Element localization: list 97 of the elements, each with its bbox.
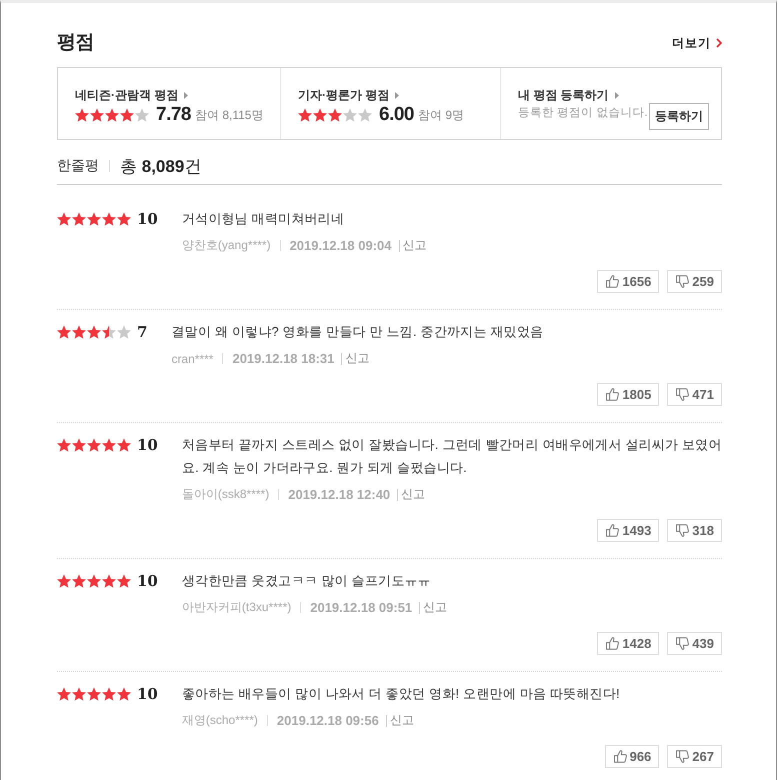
thumbs-up-icon — [606, 388, 620, 401]
empty-rating-message: 등록한 평점이 없습니다. — [518, 106, 648, 121]
star-icon — [72, 212, 86, 226]
star-icon — [313, 108, 327, 122]
thumbs-down-icon — [676, 524, 690, 537]
author-name: cran**** — [171, 352, 214, 366]
star-icon — [72, 438, 86, 452]
participant-count: 참여 8,115명 — [194, 106, 264, 124]
thumbs-up-icon — [606, 275, 620, 288]
author-name: 돌아이(ssk8****) — [182, 486, 270, 503]
star-icon — [57, 212, 71, 226]
star-icon — [87, 212, 101, 226]
star-icon — [57, 574, 71, 588]
dislike-button[interactable]: 318 — [667, 519, 722, 542]
star-icon — [102, 574, 116, 588]
review-total: 총 8,089건 — [120, 156, 202, 178]
dislike-button[interactable]: 259 — [667, 270, 722, 293]
rating-category-link[interactable]: 네티즌·관람객 평점 — [75, 86, 188, 104]
star-icon — [72, 324, 86, 338]
star-icon — [120, 108, 134, 122]
star-icon — [117, 438, 131, 452]
average-score: 6.00 — [379, 104, 414, 126]
like-button[interactable]: 966 — [604, 745, 660, 768]
review-text: 결말이 왜 이렇냐? 영화를 만들다 만 느낌. 중간까지는 재밌었음 — [171, 323, 544, 341]
author-name: 아반자커피(t3xu****) — [182, 599, 292, 616]
star-icon — [87, 324, 101, 338]
review-date: 2019.12.18 12:40 — [288, 487, 390, 502]
rating-register-link[interactable]: 내 평점 등록하기 — [518, 86, 619, 104]
star-icon — [75, 108, 89, 122]
dislike-button[interactable]: 471 — [667, 383, 722, 406]
like-button[interactable]: 1428 — [597, 632, 660, 655]
star-icon — [87, 438, 101, 452]
review-date: 2019.12.18 09:51 — [310, 600, 412, 615]
more-link[interactable]: 더보기 — [672, 35, 722, 51]
star-icon — [117, 686, 131, 700]
thumbs-up-icon — [614, 750, 627, 763]
review-score: 7 — [137, 322, 148, 340]
star-icon — [57, 686, 71, 700]
report-link[interactable]: 신고 — [401, 486, 426, 503]
review-score: 10 — [137, 684, 158, 702]
author-name: 재영(scho****) — [182, 712, 258, 729]
star-icon — [57, 324, 71, 338]
star-icon — [117, 574, 131, 588]
star-icon — [72, 574, 86, 588]
review-date: 2019.12.18 09:04 — [290, 238, 392, 253]
section-title: 평점 — [57, 31, 94, 55]
rating-category-link[interactable]: 기자·평론가 평점 — [298, 86, 400, 104]
review-text: 거석이형님 매력미쳐버리네 — [182, 210, 346, 228]
triangle-icon — [614, 92, 619, 98]
report-link[interactable]: 신고 — [345, 350, 370, 367]
review-score: 10 — [137, 572, 158, 590]
thumbs-down-icon — [676, 637, 690, 650]
like-button[interactable]: 1493 — [597, 519, 660, 542]
reviews-heading: 한줄평 — [57, 157, 99, 175]
participant-count: 참여 9명 — [418, 106, 464, 124]
review-score: 10 — [137, 436, 158, 454]
register-button[interactable]: 등록하기 — [649, 103, 709, 130]
star-icon — [117, 212, 131, 226]
thumbs-down-icon — [676, 275, 690, 288]
report-link[interactable]: 신고 — [390, 712, 414, 729]
triangle-icon — [395, 92, 400, 98]
triangle-icon — [184, 92, 188, 98]
star-icon — [87, 574, 101, 588]
average-score: 7.78 — [156, 104, 191, 126]
thumbs-up-icon — [606, 637, 620, 650]
star-icon — [343, 108, 357, 122]
report-link[interactable]: 신고 — [402, 237, 427, 254]
thumbs-down-icon — [676, 750, 690, 763]
star-icon — [102, 438, 116, 452]
chevron-right-icon — [716, 38, 722, 48]
star-icon — [102, 324, 116, 338]
star-icon — [105, 108, 119, 122]
star-icon — [72, 686, 86, 700]
thumbs-up-icon — [606, 524, 620, 537]
star-icon — [135, 108, 149, 122]
like-button[interactable]: 1656 — [597, 270, 660, 293]
report-link[interactable]: 신고 — [423, 599, 448, 616]
review-text: 생각한만큼 웃겼고ㅋㅋ 많이 슬프기도ㅠㅠ — [182, 572, 432, 590]
dislike-button[interactable]: 439 — [667, 632, 722, 655]
dislike-button[interactable]: 267 — [667, 745, 722, 768]
star-icon — [117, 324, 131, 338]
star-icon — [57, 438, 71, 452]
star-icon — [102, 212, 116, 226]
review-text: 좋아하는 배우들이 많이 나와서 더 좋았던 영화! 오랜만에 마음 따뜻해진다! — [182, 685, 621, 703]
review-text: 처음부터 끝까지 스트레스 없이 잘봤습니다. 그런데 빨간머리 여배우에게서 설리씨가 보였어요. 계속 눈이 가더라구요. 뭔가 되게 슬펐습니다. — [182, 436, 722, 477]
star-icon — [298, 108, 312, 122]
star-icon — [87, 686, 101, 700]
star-icon — [90, 108, 104, 122]
star-icon — [328, 108, 342, 122]
review-score: 10 — [137, 210, 158, 228]
review-date: 2019.12.18 09:56 — [276, 713, 379, 728]
author-name: 양찬호(yang****) — [182, 237, 271, 254]
star-icon — [102, 686, 116, 700]
star-icon — [358, 108, 372, 122]
review-date: 2019.12.18 18:31 — [232, 351, 334, 366]
thumbs-down-icon — [676, 388, 690, 401]
like-button[interactable]: 1805 — [597, 383, 660, 406]
